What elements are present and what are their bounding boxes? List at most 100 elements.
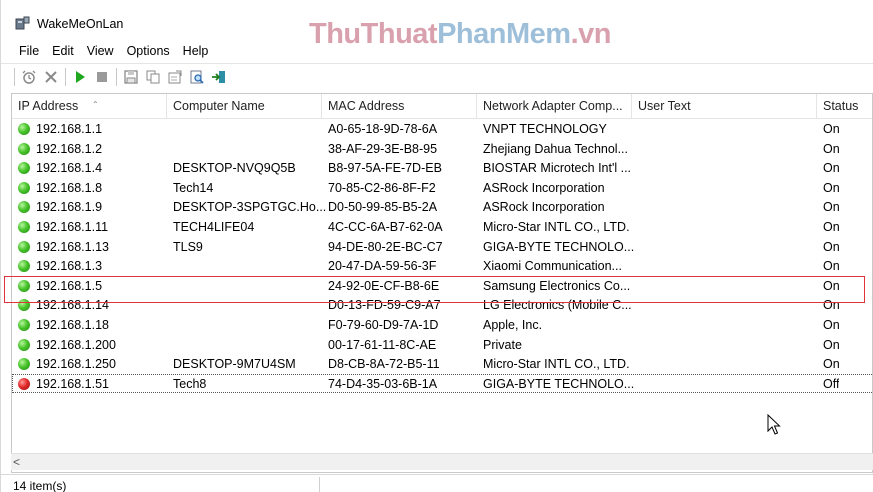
cell-name: DESKTOP-NVQ9Q5B: [173, 161, 296, 176]
cell-adapter: GIGA-BYTE TECHNOLO...: [483, 239, 635, 254]
status-on-icon: [18, 142, 30, 155]
cell-ip: 192.168.1.18: [36, 317, 109, 332]
table-row[interactable]: 192.168.1.51 Tech8 74-D4-35-03-6B-1A GIGA-B…: [12, 373, 872, 394]
status-on-icon: [18, 162, 30, 175]
cell-mac: D0-50-99-85-B5-2A: [328, 200, 438, 215]
status-off-icon: [18, 377, 30, 390]
cell-status: On: [823, 259, 840, 274]
status-on-icon: [18, 123, 30, 135]
cell-mac: B8-97-5A-FE-7D-EB: [328, 161, 442, 176]
sort-arrow-icon: ⌃: [92, 100, 99, 109]
toolbar-separator: [65, 67, 66, 86]
item-count: 14 item(s): [13, 479, 67, 492]
watermark-part: .vn: [570, 18, 612, 50]
toolbar-separator: [14, 67, 15, 86]
table-row[interactable]: 192.168.1.8 Tech14 70-85-C2-86-8F-F2 ASRock…: [12, 178, 872, 198]
table-row[interactable]: 192.168.1.250 DESKTOP-9M7U4SM D8-CB-8A-72-…: [12, 354, 872, 374]
cell-mac: 4C-CC-6A-B7-62-0A: [328, 219, 443, 234]
cell-status: On: [823, 317, 840, 332]
menu-options[interactable]: Options: [121, 42, 177, 62]
cell-ip: 192.168.1.1: [36, 122, 103, 136]
column-header-status[interactable]: Status: [817, 94, 872, 118]
watermark-part: Thuat: [360, 18, 438, 50]
exit-icon[interactable]: [208, 66, 230, 88]
mouse-cursor-icon: [767, 414, 781, 435]
find-icon[interactable]: [186, 66, 208, 88]
cell-ip: 192.168.1.11: [36, 219, 109, 234]
cell-ip: 192.168.1.200: [36, 337, 116, 352]
table-row[interactable]: 192.168.1.13 TLS9 94-DE-80-2E-BC-C7 GIGA-BY…: [12, 237, 872, 257]
cell-mac: 38-AF-29-3E-B8-95: [328, 141, 438, 156]
properties-icon[interactable]: [164, 66, 186, 88]
cell-mac: 94-DE-80-2E-BC-C7: [328, 239, 443, 254]
cell-adapter: Micro-Star INTL CO., LTD.: [483, 219, 630, 234]
title-bar: WakeMeOnLan ThuThuatPhanMem.vn: [1, 0, 873, 50]
alarm-icon[interactable]: [18, 66, 40, 88]
table-row[interactable]: 192.168.1.11 TECH4LIFE04 4C-CC-6A-B7-62-0A…: [12, 217, 872, 237]
table-row[interactable]: 192.168.1.4 DESKTOP-NVQ9Q5B B8-97-5A-FE-7D…: [12, 158, 872, 178]
cell-adapter: ASRock Incorporation: [483, 200, 605, 215]
cell-name: Tech8: [173, 376, 207, 391]
menu-view[interactable]: View: [81, 42, 121, 62]
cell-adapter: Private: [483, 337, 522, 352]
column-header-ip[interactable]: IP Address ⌃: [12, 94, 167, 118]
column-header-mac[interactable]: MAC Address: [322, 94, 477, 118]
table-row[interactable]: 192.168.1.18 F0-79-60-D9-7A-1D Apple, Inc.…: [12, 315, 872, 335]
cell-name: DESKTOP-9M7U4SM: [173, 357, 296, 372]
cell-status: On: [823, 141, 840, 156]
cell-adapter: BIOSTAR Microtech Int'l ...: [483, 161, 632, 176]
delete-icon[interactable]: [40, 66, 62, 88]
play-icon[interactable]: [69, 66, 91, 88]
horizontal-scrollbar[interactable]: <: [11, 453, 873, 470]
cell-adapter: Apple, Inc.: [483, 317, 543, 332]
cell-ip: 192.168.1.14: [36, 298, 109, 313]
cell-name: TECH4LIFE04: [173, 219, 255, 234]
cell-ip: 192.168.1.2: [36, 141, 103, 156]
cell-mac: A0-65-18-9D-78-6A: [328, 122, 438, 136]
cell-status: On: [823, 337, 840, 352]
table-row[interactable]: 192.168.1.3 20-47-DA-59-56-3F Xiaomi Commu…: [12, 256, 872, 276]
column-header-user-text[interactable]: User Text: [632, 94, 817, 118]
stop-icon[interactable]: [91, 66, 113, 88]
cell-adapter: Micro-Star INTL CO., LTD.: [483, 357, 630, 372]
cell-mac: D8-CB-8A-72-B5-11: [328, 357, 440, 372]
scroll-left-icon[interactable]: <: [13, 455, 20, 469]
cell-mac: 24-92-0E-CF-B8-6E: [328, 278, 440, 293]
column-label: Computer Name: [173, 99, 265, 113]
cell-mac: D0-13-FD-59-C9-A7: [328, 298, 441, 313]
column-label: Network Adapter Comp...: [483, 99, 623, 113]
watermark-logo: ThuThuatPhanMem.vn: [309, 18, 611, 51]
cell-mac: F0-79-60-D9-7A-1D: [328, 317, 439, 332]
status-bar: 14 item(s): [1, 474, 873, 492]
list-rows: 192.168.1.1 A0-65-18-9D-78-6A VNPT TECHNOL…: [12, 119, 872, 394]
table-row[interactable]: 192.168.1.2 38-AF-29-3E-B8-95 Zhejiang Dah…: [12, 139, 872, 159]
cell-adapter: Zhejiang Dahua Technol...: [483, 141, 629, 156]
menu-help[interactable]: Help: [177, 42, 216, 62]
menu-edit[interactable]: Edit: [46, 42, 81, 62]
column-label: User Text: [638, 99, 691, 113]
cell-status: On: [823, 278, 840, 293]
cell-ip: 192.168.1.5: [36, 278, 103, 293]
status-on-icon: [18, 181, 30, 194]
status-on-icon: [18, 260, 30, 273]
menu-file[interactable]: File: [13, 42, 46, 62]
table-row[interactable]: 192.168.1.200 00-17-61-11-8C-AE Private On: [12, 335, 872, 355]
device-list[interactable]: IP Address ⌃ Computer Name MAC Address Ne…: [11, 93, 873, 473]
copy-icon[interactable]: [142, 66, 164, 88]
status-on-icon: [18, 240, 30, 253]
column-header-computer-name[interactable]: Computer Name: [167, 94, 322, 118]
cell-mac: 70-85-C2-86-8F-F2: [328, 180, 436, 195]
list-header: IP Address ⌃ Computer Name MAC Address Ne…: [12, 94, 872, 119]
table-row[interactable]: 192.168.1.9 DESKTOP-3SPGTGC.Ho... D0-50-99…: [12, 197, 872, 217]
table-row[interactable]: 192.168.1.1 A0-65-18-9D-78-6A VNPT TECHNOL…: [12, 119, 872, 139]
save-icon[interactable]: [120, 66, 142, 88]
cell-adapter: GIGA-BYTE TECHNOLO...: [483, 376, 635, 391]
cell-adapter: VNPT TECHNOLOGY: [483, 122, 607, 136]
column-header-adapter[interactable]: Network Adapter Comp...: [477, 94, 632, 118]
table-row[interactable]: 192.168.1.14 D0-13-FD-59-C9-A7 LG Electron…: [12, 295, 872, 315]
cell-ip: 192.168.1.250: [36, 357, 116, 372]
toolbar-separator: [116, 67, 117, 86]
cell-status: Off: [823, 376, 840, 391]
table-row[interactable]: 192.168.1.5 24-92-0E-CF-B8-6E Samsung Elec…: [12, 276, 872, 296]
status-on-icon: [18, 338, 30, 351]
